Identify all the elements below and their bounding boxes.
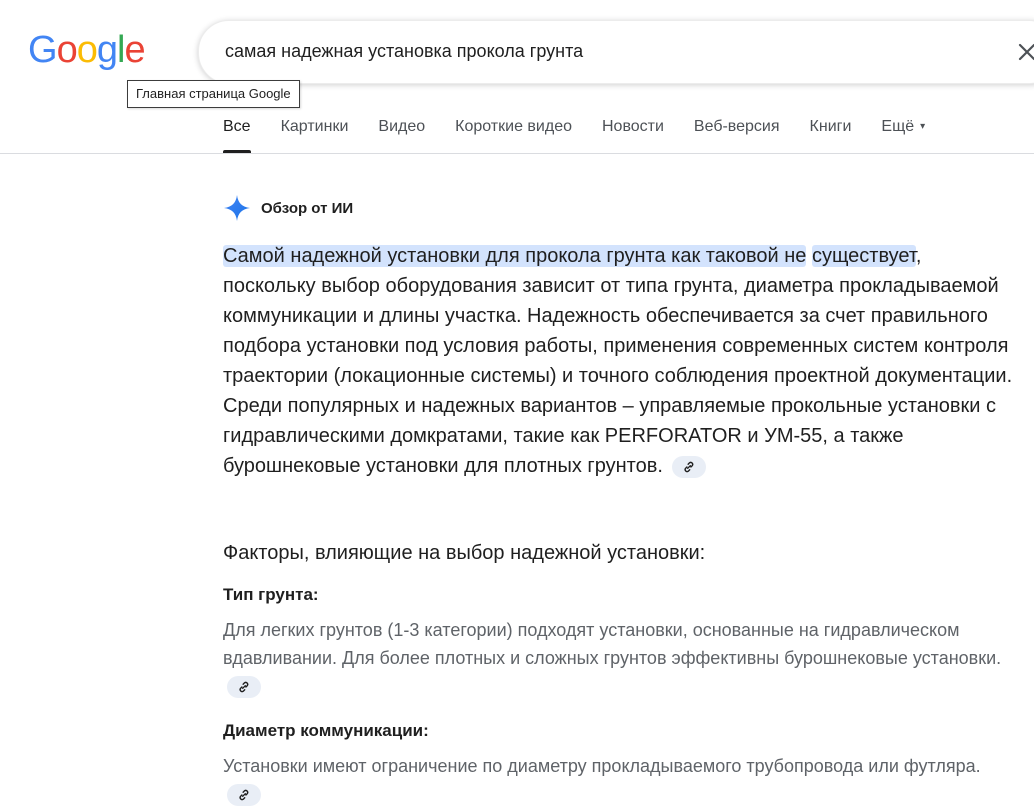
logo-letter: o bbox=[56, 29, 78, 71]
link-icon bbox=[239, 790, 249, 801]
ai-overview-header: Обзор от ИИ bbox=[223, 193, 353, 223]
tab-0[interactable]: Все bbox=[223, 116, 251, 153]
section-text: Установки имеют ограничение по диаметру … bbox=[223, 756, 981, 776]
tab-label: Веб-версия bbox=[693, 118, 780, 135]
section-text: Для легких грунтов (1-3 категории) подхо… bbox=[223, 620, 1002, 668]
source-link-button[interactable] bbox=[672, 455, 707, 478]
search-box[interactable]: самая надежная установка прокола грунта bbox=[198, 20, 1034, 84]
link-icon bbox=[239, 682, 249, 693]
tab-label: Ещё bbox=[881, 118, 915, 135]
source-link-button[interactable] bbox=[227, 784, 261, 807]
close-icon[interactable] bbox=[1015, 40, 1034, 64]
tabs-divider bbox=[0, 153, 1034, 154]
tab-label: Все bbox=[223, 118, 251, 135]
highlighted-answer-continued: существует bbox=[811, 245, 916, 267]
search-input[interactable]: самая надежная установка прокола грунта bbox=[225, 41, 583, 62]
summary-body: , поскольку выбор оборудования зависит о… bbox=[223, 245, 1013, 477]
tab-7[interactable]: Ещё ▾ bbox=[881, 116, 925, 153]
tab-label: Картинки bbox=[280, 118, 349, 135]
tab-6[interactable]: Книги bbox=[810, 116, 852, 153]
tab-5[interactable]: Веб-версия bbox=[694, 116, 780, 153]
section-heading-diameter: Диаметр коммуникации: bbox=[223, 721, 429, 740]
tab-3[interactable]: Короткие видео bbox=[455, 116, 572, 153]
logo-letter: o bbox=[76, 29, 98, 71]
factors-heading: Факторы, влияющие на выбор надежной уста… bbox=[223, 542, 706, 564]
tab-1[interactable]: Картинки bbox=[281, 116, 349, 153]
logo-letter: G bbox=[28, 29, 58, 71]
ai-overview-summary: Самой надежной установки для прокола гру… bbox=[223, 241, 1013, 481]
source-link-button[interactable] bbox=[227, 676, 261, 699]
tab-label: Книги bbox=[809, 118, 852, 135]
section-text-diameter: Установки имеют ограничение по диаметру … bbox=[223, 752, 1023, 808]
google-logo[interactable]: Google bbox=[28, 29, 146, 71]
logo-letter: g bbox=[96, 29, 118, 71]
tab-label: Новости bbox=[601, 118, 664, 135]
tab-label: Короткие видео bbox=[455, 118, 572, 135]
link-icon bbox=[684, 461, 694, 472]
highlighted-answer: Самой надежной установки для прокола гру… bbox=[223, 245, 807, 267]
sparkle-icon bbox=[224, 195, 250, 221]
logo-letter: l bbox=[116, 29, 126, 71]
logo-letter: e bbox=[124, 29, 145, 71]
logo-tooltip: Главная страница Google bbox=[127, 80, 300, 108]
section-text-soil-type: Для легких грунтов (1-3 категории) подхо… bbox=[223, 616, 1023, 700]
search-tabs: Все Картинки Видео Короткие видео Новости Веб… bbox=[223, 116, 955, 153]
tab-4[interactable]: Новости bbox=[602, 116, 664, 153]
ai-overview-title: Обзор от ИИ bbox=[261, 199, 354, 217]
section-heading-soil-type: Тип грунта: bbox=[223, 585, 319, 604]
search-results-page: Google самая надежная установка прокола … bbox=[0, 0, 1034, 808]
tab-2[interactable]: Видео bbox=[378, 116, 425, 153]
caret-down-icon: ▾ bbox=[920, 121, 926, 132]
tab-label: Видео bbox=[378, 118, 426, 135]
